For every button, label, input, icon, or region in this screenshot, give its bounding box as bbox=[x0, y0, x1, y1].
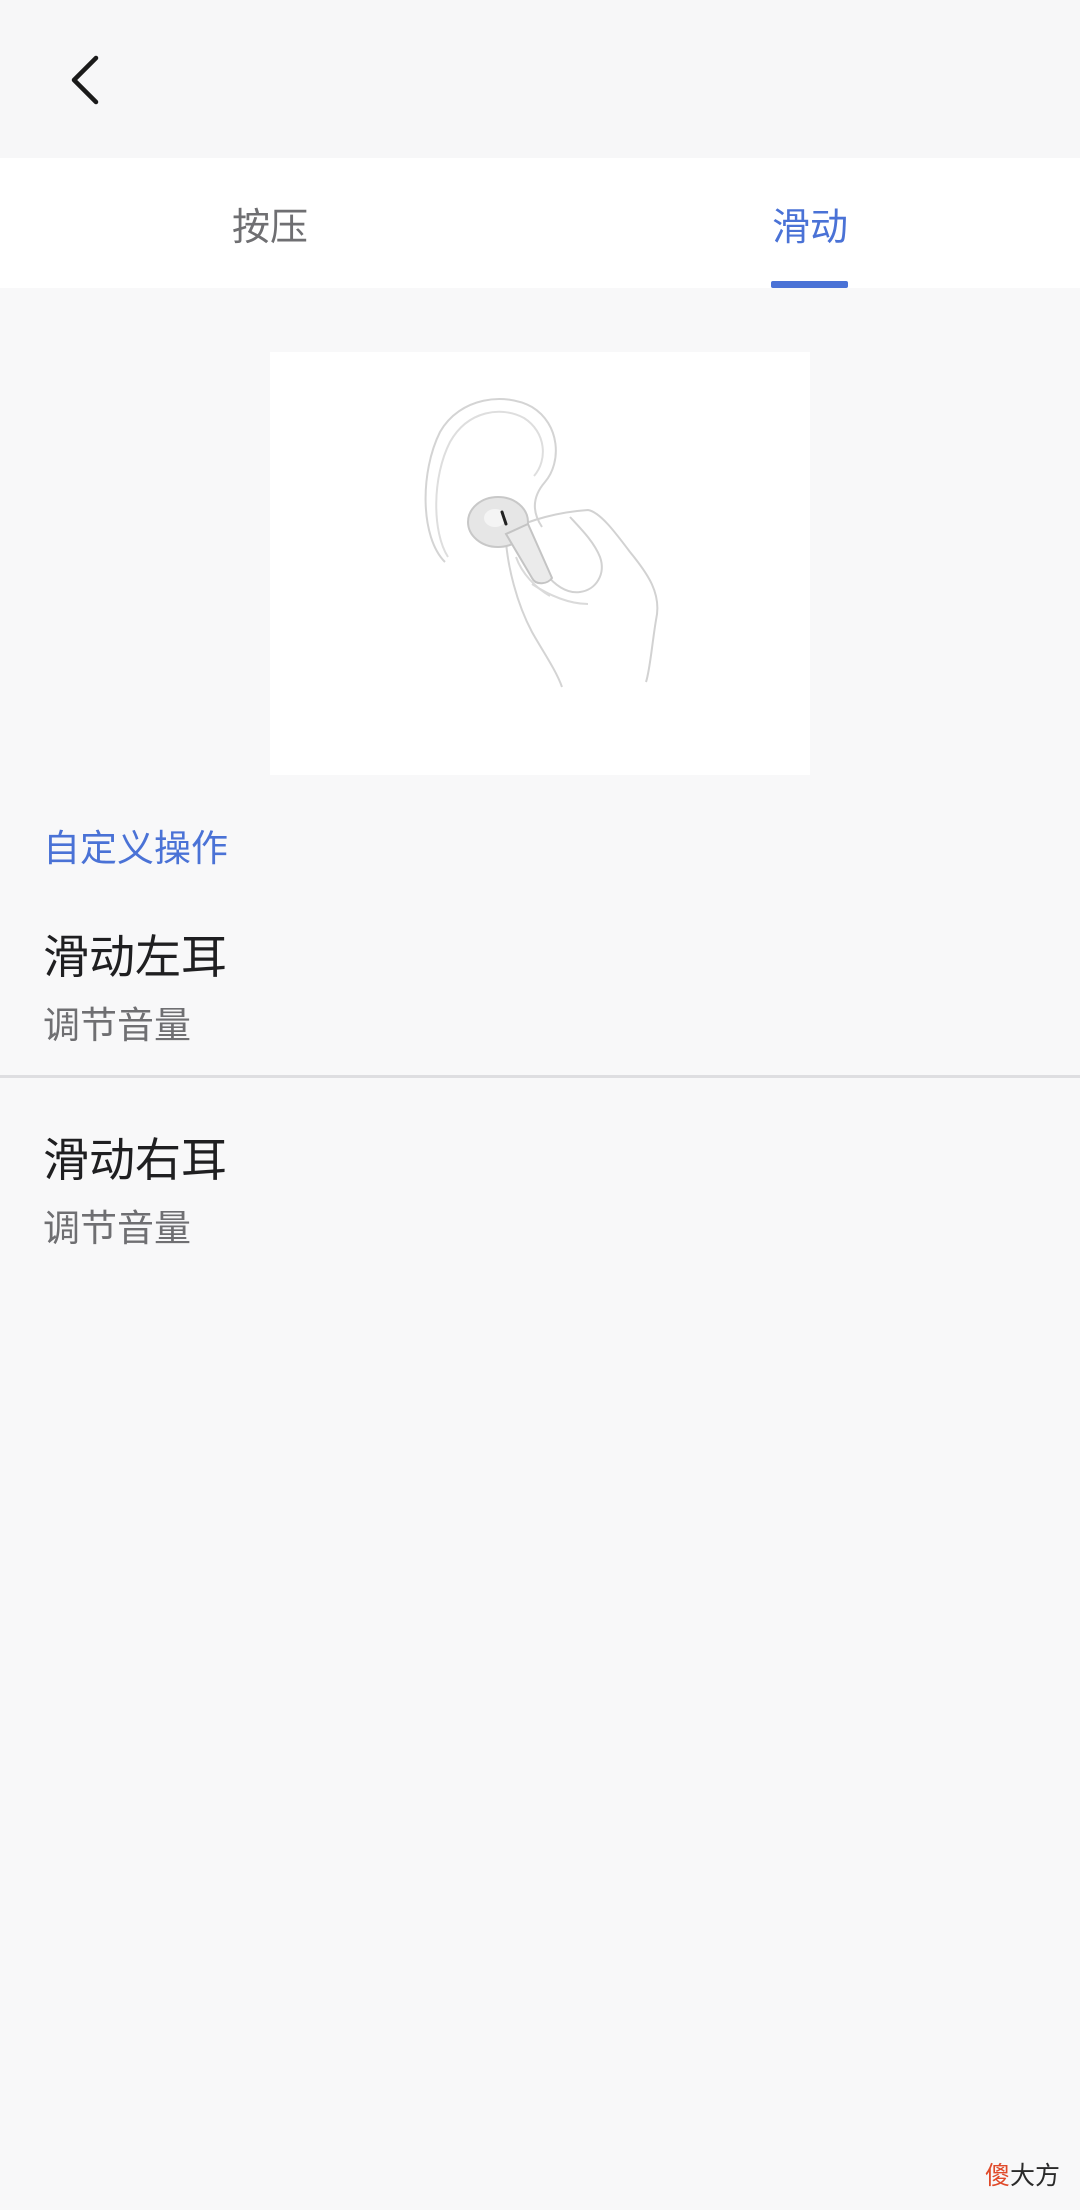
tab-bar: 按压 滑动 bbox=[0, 158, 1080, 288]
top-bar bbox=[0, 0, 1080, 158]
tab-swipe-label: 滑动 bbox=[771, 204, 848, 249]
divider bbox=[0, 1075, 1080, 1078]
list-item-swipe-left-ear[interactable]: 滑动左耳 调节音量 bbox=[0, 921, 1080, 1121]
list-item-swipe-right-ear[interactable]: 滑动右耳 调节音量 bbox=[0, 1124, 1080, 1324]
earbud-illustration bbox=[270, 352, 810, 775]
tab-press[interactable]: 按压 bbox=[0, 158, 540, 288]
item-subtitle: 调节音量 bbox=[43, 1004, 191, 1047]
tab-swipe[interactable]: 滑动 bbox=[540, 158, 1080, 288]
section-title-custom-actions: 自定义操作 bbox=[43, 827, 228, 870]
item-subtitle: 调节音量 bbox=[43, 1207, 191, 1250]
watermark: 傻大方 bbox=[985, 2156, 1060, 2192]
earbud-in-ear-swipe-illustration bbox=[424, 398, 659, 688]
item-title: 滑动右耳 bbox=[43, 1133, 227, 1187]
chevron-left-icon bbox=[71, 55, 99, 105]
tab-selected-indicator bbox=[771, 281, 848, 288]
back-button[interactable] bbox=[56, 44, 116, 116]
tab-press-label: 按压 bbox=[231, 204, 308, 249]
watermark-text: 大方 bbox=[1009, 2161, 1060, 2190]
item-title: 滑动左耳 bbox=[43, 930, 227, 984]
watermark-accent-text: 傻 bbox=[984, 2161, 1010, 2190]
